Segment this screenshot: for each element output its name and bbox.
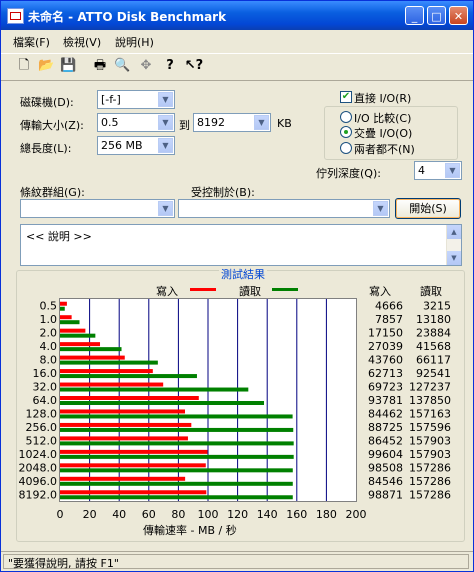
read-legend-swatch: [272, 288, 298, 291]
direct-io-checkbox[interactable]: ✔: [340, 91, 352, 103]
close-button[interactable]: ✕: [449, 6, 468, 25]
status-text: "要獲得說明, 請按 F1": [8, 557, 119, 570]
chevron-down-icon[interactable]: ▼: [373, 201, 388, 216]
io-compare-label: I/O 比較(C): [354, 112, 412, 125]
controlled-by-select[interactable]: ▼: [178, 199, 390, 218]
status-cell: "要獲得說明, 請按 F1": [3, 554, 469, 570]
help-icon[interactable]: ?: [162, 58, 178, 74]
queue-depth-select[interactable]: 4 ▼: [414, 161, 462, 180]
menu-bar: 檔案(F) 檢視(V) 說明(H): [1, 31, 473, 50]
move-icon[interactable]: ✥: [138, 58, 154, 74]
controlled-by-label: 受控制於(B):: [191, 186, 255, 199]
stripe-group-label: 條紋群組(G):: [20, 186, 85, 199]
x-axis-label: 傳輸速率 - MB / 秒: [143, 524, 237, 537]
toolbar: 🗋 📂 💾 🖶 🔍 ✥ ? ↖?: [1, 53, 473, 81]
menu-view[interactable]: 檢視(V): [63, 34, 101, 50]
transfer-size-label: 傳輸大小(Z):: [20, 119, 84, 132]
chevron-down-icon[interactable]: ▼: [158, 138, 173, 153]
stripe-group-select[interactable]: ▼: [20, 199, 175, 218]
queue-depth-label: 佇列深度(Q):: [316, 167, 381, 180]
direct-io-label: 直接 I/O(R): [354, 92, 412, 105]
drive-label: 磁碟機(D):: [20, 96, 74, 109]
start-button[interactable]: 開始(S): [395, 198, 461, 219]
minimize-button[interactable]: _: [405, 6, 424, 25]
drive-select[interactable]: [-f-] ▼: [97, 90, 175, 109]
queue-depth-value: 4: [418, 164, 425, 177]
overlapped-io-radio[interactable]: [340, 126, 352, 138]
chevron-down-icon[interactable]: ▼: [158, 201, 173, 216]
menu-help[interactable]: 說明(H): [115, 34, 154, 50]
save-icon[interactable]: 💾: [60, 58, 76, 74]
overlapped-io-label: 交疊 I/O(O): [354, 127, 413, 140]
neither-label: 兩者都不(N): [354, 143, 415, 156]
transfer-to-select[interactable]: 8192 ▼: [193, 113, 271, 132]
window-title: 未命名 - ATTO Disk Benchmark: [28, 10, 227, 24]
print-icon[interactable]: 🖶: [92, 58, 108, 74]
transfer-from-value: 0.5: [101, 116, 119, 129]
transfer-from-select[interactable]: 0.5 ▼: [97, 113, 175, 132]
open-folder-icon[interactable]: 📂: [38, 58, 54, 74]
total-length-label: 總長度(L):: [20, 142, 72, 155]
to-label: 到: [179, 119, 190, 132]
app-icon[interactable]: [7, 8, 24, 24]
drive-value: [-f-]: [101, 93, 121, 106]
read-column-header: 讀取: [420, 285, 442, 298]
description-textbox[interactable]: << 說明 >> ▲ ▼: [20, 224, 462, 266]
app-window: 未命名 - ATTO Disk Benchmark _ □ ✕ 檔案(F) 檢視…: [0, 0, 474, 572]
status-bar: "要獲得說明, 請按 F1": [1, 551, 473, 571]
write-legend-swatch: [190, 288, 216, 291]
read-legend-label: 讀取: [239, 285, 261, 298]
chevron-down-icon[interactable]: ▼: [158, 115, 173, 130]
write-column-header: 寫入: [369, 285, 391, 298]
scroll-up-icon[interactable]: ▲: [447, 225, 461, 239]
scroll-down-icon[interactable]: ▼: [447, 251, 461, 265]
total-length-value: 256 MB: [101, 139, 143, 152]
chevron-down-icon[interactable]: ▼: [254, 115, 269, 130]
transfer-to-value: 8192: [197, 116, 225, 129]
new-file-icon[interactable]: 🗋: [16, 58, 32, 74]
total-length-select[interactable]: 256 MB ▼: [97, 136, 175, 155]
chart-area: [59, 298, 357, 502]
print-preview-icon[interactable]: 🔍: [114, 58, 130, 74]
context-help-icon[interactable]: ↖?: [184, 58, 204, 74]
io-compare-radio[interactable]: [340, 111, 352, 123]
maximize-button[interactable]: □: [427, 6, 446, 25]
description-scrollbar[interactable]: ▲ ▼: [446, 225, 461, 265]
chevron-down-icon[interactable]: ▼: [158, 92, 173, 107]
write-legend-label: 寫入: [156, 285, 178, 298]
kb-label: KB: [277, 117, 292, 130]
description-text: << 說明 >>: [26, 230, 92, 243]
title-bar[interactable]: 未命名 - ATTO Disk Benchmark _ □ ✕: [1, 1, 473, 30]
neither-radio[interactable]: [340, 142, 352, 154]
menu-file[interactable]: 檔案(F): [13, 34, 50, 50]
results-header: 測試結果: [219, 266, 267, 282]
chevron-down-icon[interactable]: ▼: [445, 163, 460, 178]
